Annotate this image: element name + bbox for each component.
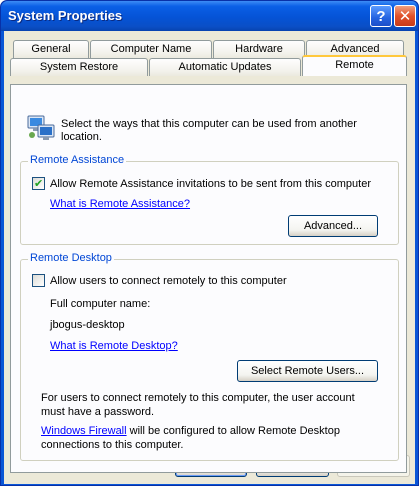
help-button[interactable]: ? — [370, 5, 392, 27]
what-is-remote-desktop-link[interactable]: What is Remote Desktop? — [50, 340, 178, 352]
remote-desktop-group: Remote Desktop Allow users to connect re… — [20, 252, 399, 461]
what-is-remote-assistance-link[interactable]: What is Remote Assistance? — [50, 198, 190, 210]
full-computer-name-label: Full computer name: — [50, 298, 151, 310]
check-icon: ✔ — [34, 178, 44, 190]
system-properties-window: System Properties ? ✕ General Computer N… — [0, 0, 419, 486]
window-title: System Properties — [8, 8, 123, 23]
tab-hardware[interactable]: Hardware — [213, 40, 305, 58]
close-icon: ✕ — [398, 7, 412, 25]
dialog-client-area: General Computer Name Hardware Advanced … — [4, 31, 415, 484]
tab-system-restore[interactable]: System Restore — [10, 58, 148, 76]
tab-general[interactable]: General — [13, 40, 89, 58]
remote-desktop-legend: Remote Desktop — [28, 252, 114, 264]
remote-tab-panel: Select the ways that this computer can b… — [10, 84, 407, 473]
allow-remote-desktop-checkbox[interactable] — [32, 274, 45, 287]
title-bar[interactable]: System Properties ? ✕ — [1, 1, 418, 31]
full-computer-name-value: jbogus-desktop — [50, 319, 125, 331]
windows-firewall-link[interactable]: Windows Firewall — [41, 425, 127, 437]
firewall-note: Windows Firewall will be configured to a… — [41, 424, 381, 452]
tab-automatic-updates[interactable]: Automatic Updates — [149, 58, 301, 76]
advanced-button[interactable]: Advanced... — [288, 215, 378, 237]
remote-assistance-group: Remote Assistance ✔ Allow Remote Assista… — [20, 154, 399, 245]
remote-assistance-legend: Remote Assistance — [28, 154, 127, 166]
remote-computers-icon — [27, 115, 55, 140]
help-icon: ? — [376, 7, 386, 25]
select-remote-users-button[interactable]: Select Remote Users... — [237, 360, 378, 382]
allow-remote-desktop-label[interactable]: Allow users to connect remotely to this … — [50, 275, 287, 287]
tab-remote[interactable]: Remote — [302, 55, 407, 76]
allow-remote-assistance-checkbox[interactable]: ✔ — [32, 177, 45, 190]
tab-computer-name[interactable]: Computer Name — [90, 40, 212, 58]
close-button[interactable]: ✕ — [394, 5, 416, 27]
allow-remote-assistance-label[interactable]: Allow Remote Assistance invitations to b… — [50, 178, 371, 190]
password-note: For users to connect remotely to this co… — [41, 392, 355, 418]
intro-text: Select the ways that this computer can b… — [61, 118, 357, 143]
